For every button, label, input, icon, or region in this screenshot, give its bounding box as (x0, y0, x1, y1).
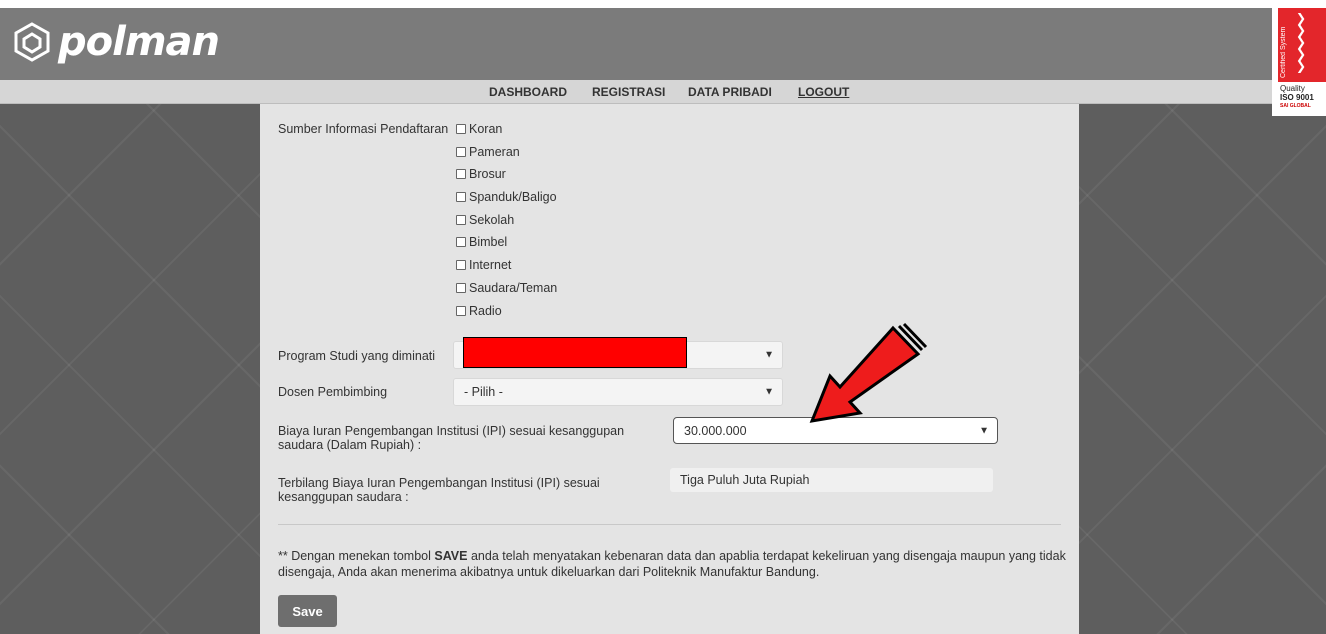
polman-logo[interactable]: polman (14, 19, 220, 65)
red-arrow-annotation (809, 322, 928, 423)
dosen-pembimbing-label: Dosen Pembimbing (278, 385, 388, 399)
dosen-pembimbing-select[interactable]: - Pilih - ▼ (453, 378, 783, 406)
save-disclaimer: ** Dengan menekan tombol SAVE anda telah… (278, 549, 1066, 579)
checkbox-box[interactable] (456, 283, 466, 293)
redaction-box (463, 337, 687, 368)
site-header: polman (0, 8, 1326, 80)
terbilang-field: Tiga Puluh Juta Rupiah (670, 468, 993, 492)
chevron-down-icon: ▼ (764, 349, 774, 361)
logo-text: polman (58, 19, 220, 65)
iso-certification-badge: Certified System ❯ ❯ ❯ ❯ ❯ Quality ISO 9001 … (1272, 8, 1326, 116)
checkbox-koran[interactable]: Koran (456, 122, 502, 136)
ipi-label-line2: saudara (Dalam Rupiah) : (278, 438, 422, 452)
nav-data-pribadi[interactable]: DATA PRIBADI (688, 85, 772, 99)
checkbox-box[interactable] (456, 260, 466, 270)
top-strip (0, 0, 1326, 8)
nav-dashboard[interactable]: DASHBOARD (489, 85, 567, 99)
iso-quality-text: Quality ISO 9001 (1280, 84, 1314, 102)
iso-certified-text: Certified System (1280, 26, 1287, 78)
nav-registrasi[interactable]: REGISTRASI (592, 85, 665, 99)
terbilang-value: Tiga Puluh Juta Rupiah (680, 473, 810, 487)
checkbox-pameran[interactable]: Pameran (456, 145, 520, 159)
main-nav: DASHBOARD REGISTRASI DATA PRIBADI LOGOUT (0, 80, 1326, 104)
checkbox-box[interactable] (456, 124, 466, 134)
checkbox-internet[interactable]: Internet (456, 258, 511, 272)
program-studi-label: Program Studi yang diminati (278, 349, 436, 363)
ipi-selected-value: 30.000.000 (684, 423, 747, 438)
chevron-down-icon: ▼ (979, 425, 989, 436)
nav-logout[interactable]: LOGOUT (798, 85, 849, 99)
sai-global-text: SAI GLOBAL (1280, 103, 1311, 109)
checkbox-box[interactable] (456, 215, 466, 225)
checkbox-sekolah[interactable]: Sekolah (456, 213, 514, 227)
checkbox-box[interactable] (456, 169, 466, 179)
checkbox-box[interactable] (456, 147, 466, 157)
terbilang-label-line2: kesanggupan saudara : (278, 490, 409, 504)
ipi-label-line1: Biaya Iuran Pengembangan Institusi (IPI)… (278, 424, 625, 438)
polman-logo-icon (14, 22, 50, 62)
checkbox-box[interactable] (456, 192, 466, 202)
checkbox-saudara-teman[interactable]: Saudara/Teman (456, 281, 557, 295)
iso-red-band: Certified System ❯ ❯ ❯ ❯ ❯ (1278, 8, 1326, 82)
chevron-stack-icon: ❯ ❯ ❯ ❯ ❯ (1296, 11, 1307, 73)
checkbox-radio[interactable]: Radio (456, 304, 502, 318)
dosen-selected-value: - Pilih - (464, 385, 503, 399)
checkbox-box[interactable] (456, 237, 466, 247)
save-button[interactable]: Save (278, 595, 337, 627)
form-divider (278, 524, 1061, 525)
checkbox-spanduk-baligo[interactable]: Spanduk/Baligo (456, 190, 557, 204)
sumber-informasi-label: Sumber Informasi Pendaftaran (278, 122, 449, 136)
checkbox-box[interactable] (456, 306, 466, 316)
chevron-down-icon: ▼ (764, 386, 774, 398)
checkbox-bimbel[interactable]: Bimbel (456, 235, 507, 249)
terbilang-label-line1: Terbilang Biaya Iuran Pengembangan Insti… (278, 476, 600, 490)
checkbox-brosur[interactable]: Brosur (456, 167, 506, 181)
